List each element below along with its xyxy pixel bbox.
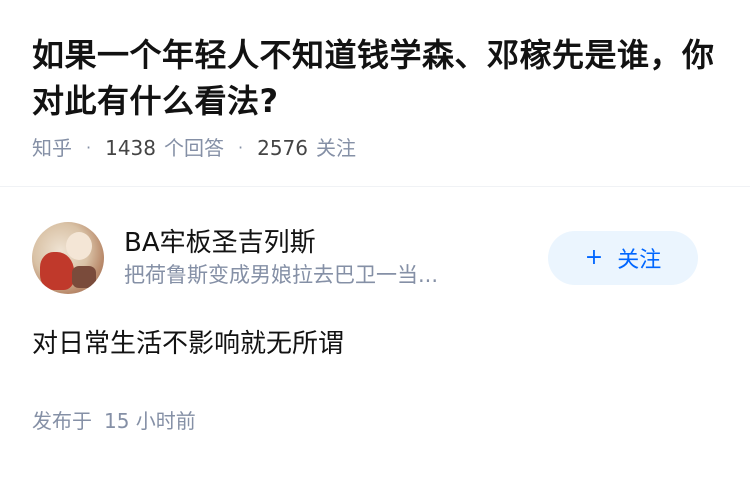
question-meta: 知乎 · 1438 个回答 · 2576 关注	[32, 134, 718, 162]
source-label[interactable]: 知乎	[32, 134, 72, 162]
answer-page: 如果一个年轻人不知道钱学森、邓稼先是谁，你对此有什么看法? 知乎 · 1438 个…	[0, 0, 750, 435]
follower-count-link: 2576 关注	[257, 134, 356, 162]
author-info: BA牢板圣吉列斯 把荷鲁斯变成男娘拉去巴卫一当...	[124, 226, 548, 290]
follow-button[interactable]: + 关注	[548, 231, 698, 285]
plus-icon: +	[584, 245, 604, 270]
author-bio: 把荷鲁斯变成男娘拉去巴卫一当...	[124, 263, 439, 287]
meta-separator: ·	[86, 138, 92, 157]
question-title[interactable]: 如果一个年轻人不知道钱学森、邓稼先是谁，你对此有什么看法?	[32, 32, 718, 124]
avatar-art	[66, 232, 92, 260]
avatar[interactable]	[32, 222, 104, 294]
answer-count-link[interactable]: 1438 个回答	[105, 134, 224, 162]
avatar-art	[40, 252, 74, 290]
follow-button-label: 关注	[617, 248, 662, 273]
publish-info: 发布于 15 小时前	[32, 407, 718, 435]
follower-count-label: 关注	[316, 136, 356, 160]
section-divider	[0, 186, 750, 187]
answer-count: 1438	[105, 136, 156, 160]
answer-content[interactable]: 对日常生活不影响就无所谓	[32, 325, 718, 363]
meta-separator: ·	[238, 138, 244, 157]
follower-count: 2576	[257, 136, 308, 160]
author-row: BA牢板圣吉列斯 把荷鲁斯变成男娘拉去巴卫一当... + 关注	[32, 221, 718, 295]
publish-time: 15 小时前	[104, 409, 196, 433]
answer-count-label: 个回答	[164, 136, 224, 160]
author-name[interactable]: BA牢板圣吉列斯	[124, 226, 548, 260]
answer-card: BA牢板圣吉列斯 把荷鲁斯变成男娘拉去巴卫一当... + 关注 对日常生活不影响…	[0, 221, 750, 435]
question-header: 如果一个年轻人不知道钱学森、邓稼先是谁，你对此有什么看法? 知乎 · 1438 个…	[0, 0, 750, 162]
publish-label: 发布于	[32, 409, 92, 433]
avatar-art	[72, 266, 96, 288]
